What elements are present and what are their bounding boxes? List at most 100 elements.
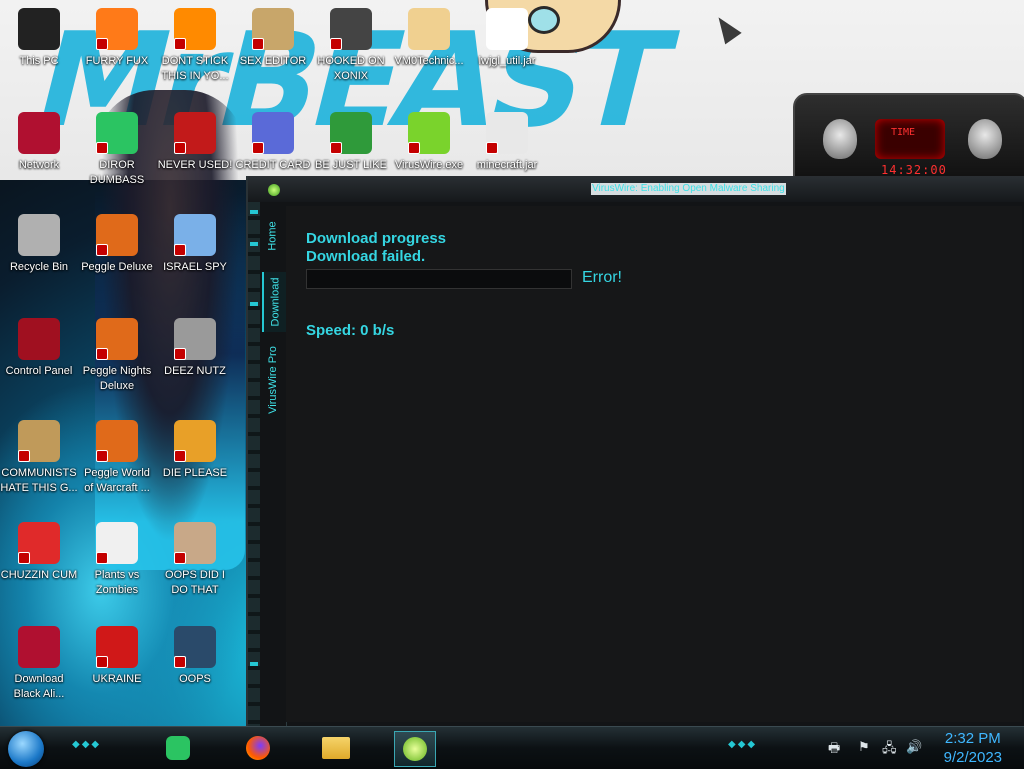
desktop-icon[interactable]: UKRAINE [78,626,156,687]
desktop-icon[interactable]: SEX EDITOR [234,8,312,69]
shortcut-badge-icon [252,38,264,50]
desktop-icon-label: DEEZ NUTZ [164,365,226,377]
firefox-icon [246,736,270,760]
shortcut-badge-icon [174,142,186,154]
network-icon[interactable]: 🖧 [882,739,897,761]
alienware-icon [18,112,60,154]
desktop-icon[interactable]: CREDIT CARD [234,112,312,173]
shortcut-badge-icon [96,552,108,564]
santa-icon [330,112,372,154]
shortcut-badge-icon [96,244,108,256]
windows-stack-icon [174,318,216,360]
desktop-icon-label: Plants vs Zombies [94,569,140,596]
desktop-icon[interactable]: CHUZZIN CUM [0,522,78,583]
desktop-icon-label: OOPS [179,673,211,685]
desktop-icon-label: SEX EDITOR [239,55,307,67]
error-text: Error! [582,269,622,286]
person-icon [408,8,450,50]
desktop-icon[interactable]: VirusWire.exe [390,112,468,173]
desktop-icon-label: DIE PLEASE [162,467,228,479]
notes-icon [166,736,190,760]
desktop-icon[interactable]: Recycle Bin [0,214,78,275]
start-button[interactable] [8,731,44,767]
desktop-icon[interactable]: DIE PLEASE [156,420,234,481]
desktop-icon[interactable]: VM0Technic... [390,8,468,69]
desktop-icon[interactable]: Peggle Nights Deluxe [78,318,156,394]
taskbar: ◆◆◆ ◆◆◆ 🖶 ⚑ 🖧 🔊 2:32 PM 9/2/2023 [0,726,1024,769]
lime-logo-icon [268,184,280,196]
desktop-icon[interactable]: ISRAEL SPY [156,214,234,275]
desktop-icon[interactable]: NEVER USED! [156,112,234,173]
download-status: Download failed. [306,248,426,265]
flower-icon [96,522,138,564]
desktop-icon[interactable]: DEEZ NUTZ [156,318,234,379]
chuzzle-icon [18,522,60,564]
shortcut-badge-icon [96,656,108,668]
desktop-icon[interactable]: Network [0,112,78,173]
desktop-icon-label: Network [18,159,60,171]
portrait-icon [174,522,216,564]
shortcut-badge-icon [252,142,264,154]
shortcut-badge-icon [18,552,30,564]
desktop-icon[interactable]: Control Panel [0,318,78,379]
flag-icon[interactable]: ⚑ [858,739,870,755]
shortcut-badge-icon [486,142,498,154]
desktop-icon-label: DONT STICK THIS IN YO... [161,55,229,82]
devcpp-icon [174,112,216,154]
widget-clock: 14:32:00 [881,163,947,177]
de-icon [174,420,216,462]
tab-home[interactable]: Home [262,206,284,266]
desktop-icon[interactable]: lwjgl_util.jar [468,8,546,69]
desktop-icon[interactable]: Download Black Ali... [0,626,78,702]
download-panel: Download progress Download failed. Error… [286,206,1022,722]
shortcut-badge-icon [174,552,186,564]
desktop-icon-label: VM0Technic... [394,55,464,67]
speed-text: Speed: 0 b/s [306,322,395,339]
download-progress-bar [306,269,572,289]
desktop-icon[interactable]: OOPS DID I DO THAT [156,522,234,598]
desktop-icon-label: COMMUNISTS HATE THIS G... [0,467,78,494]
desktop-icon[interactable]: COMMUNISTS HATE THIS G... [0,420,78,496]
glass-icon [174,214,216,256]
desktop-icon[interactable]: Peggle World of Warcraft ... [78,420,156,496]
taskbar-decoration: ◆◆◆ [728,739,758,750]
clock-date: 9/2/2023 [943,749,1002,766]
clock-time: 2:32 PM [944,730,1001,747]
taskbar-firefox-button[interactable] [238,731,278,765]
desktop-icon[interactable]: BE JUST LIKE [312,112,390,173]
shortcut-badge-icon [174,38,186,50]
volume-icon[interactable]: 🔊 [906,739,922,755]
rail-dot [250,302,258,306]
shortcut-badge-icon [174,450,186,462]
shortcut-badge-icon [96,450,108,462]
desktop-icon[interactable]: Plants vs Zombies [78,522,156,598]
desktop-icon[interactable]: minecraft.jar [468,112,546,173]
desktop-icon[interactable]: OOPS [156,626,234,687]
desktop-icon[interactable]: DIROR DUMBASS [78,112,156,188]
lime-icon [403,737,427,761]
alienware-clock-widget[interactable]: TIME 14:32:00 [793,93,1024,181]
desktop-icon[interactable]: HOOKED ON XONIX [312,8,390,84]
desktop-icon-label: lwjgl_util.jar [478,55,536,67]
taskbar-notes-button[interactable] [158,731,198,765]
tab-viruswire-pro[interactable]: VirusWire Pro [262,340,284,420]
desktop-icon[interactable]: Peggle Deluxe [78,214,156,275]
window-title-bar[interactable]: VirusWire: Enabling Open Malware Sharing [248,176,1024,202]
rail-dot [250,210,258,214]
portrait-frame-icon [174,626,216,668]
taskbar-file-explorer-button[interactable] [316,731,356,765]
tab-download[interactable]: Download [262,272,286,332]
desktop-icon[interactable]: DONT STICK THIS IN YO... [156,8,234,84]
file-explorer-icon [322,737,350,759]
desktop-icon[interactable]: FURRY FUX [78,8,156,69]
taskbar-clock[interactable]: 2:32 PM 9/2/2023 [944,729,1002,767]
shortcut-badge-icon [174,244,186,256]
desktop-icon-label: DIROR DUMBASS [89,159,145,186]
desktop-icon-label: CHUZZIN CUM [0,569,78,581]
rail-dot [250,662,258,666]
desktop-icon-label: Recycle Bin [9,261,69,273]
shortcut-badge-icon [96,38,108,50]
taskbar-viruswire-button[interactable] [394,731,436,767]
printer-icon[interactable]: 🖶 [828,739,840,761]
desktop-icon[interactable]: This PC [0,8,78,69]
